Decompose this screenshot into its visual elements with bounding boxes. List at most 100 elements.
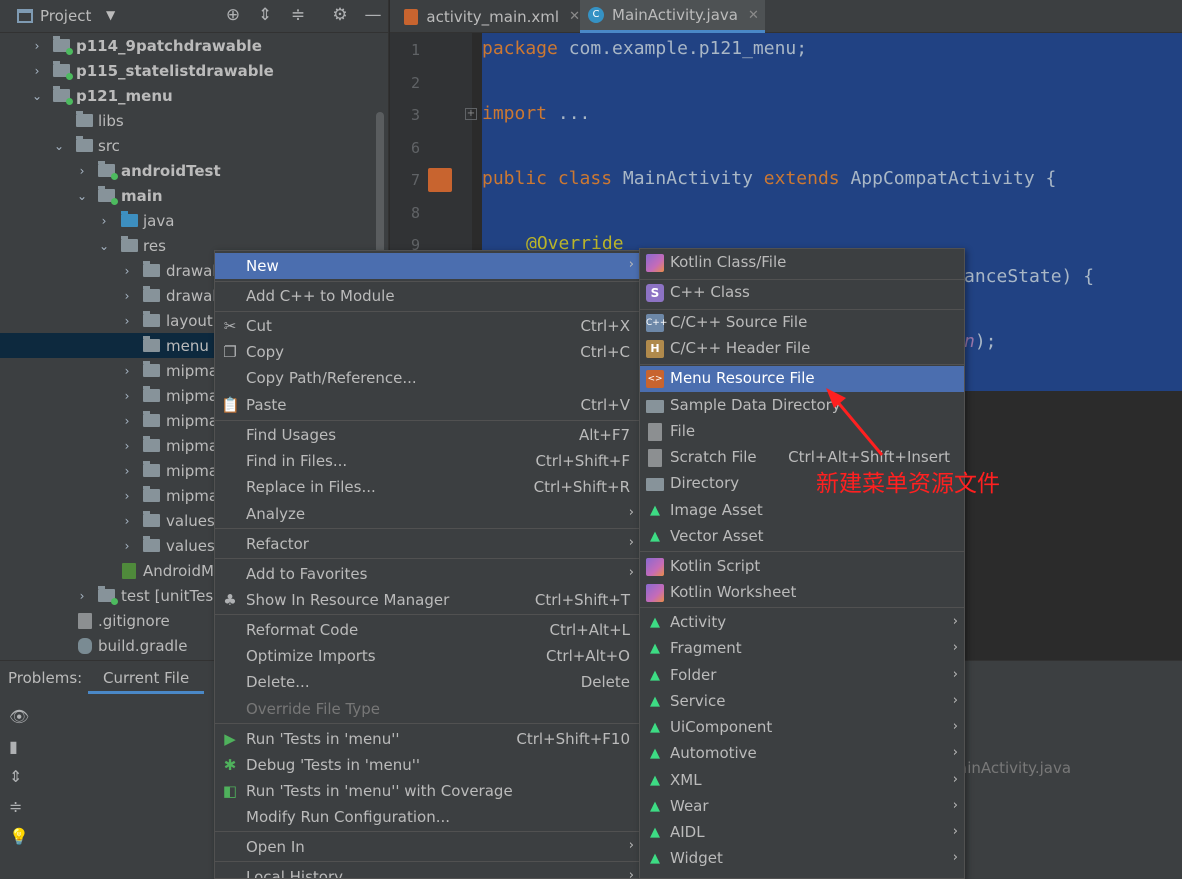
menu-item-optimize-imports[interactable]: Optimize Imports Ctrl+Alt+O [215,643,640,669]
chevron-right-icon[interactable]: › [121,389,133,403]
folder-icon [143,361,160,377]
submenu-item-uicomponent[interactable]: ▲ UiComponent › [640,715,964,741]
project-panel-title[interactable]: Project [40,7,91,25]
close-icon[interactable]: ✕ [748,8,759,23]
chevron-right-icon[interactable]: › [121,314,133,328]
menu-item-debug-tests[interactable]: ✱ Debug 'Tests in 'menu'' [215,752,640,778]
tab-label: MainActivity.java [612,6,738,24]
chevron-right-icon[interactable]: › [121,539,133,553]
tree-item-p115[interactable]: › p115_statelistdrawable [0,58,376,83]
submenu-item-aidl[interactable]: ▲ AIDL › [640,820,964,846]
chevron-down-icon[interactable]: ⌄ [76,189,88,203]
menu-item-run-tests[interactable]: ▶ Run 'Tests in 'menu'' Ctrl+Shift+F10 [215,726,640,752]
tree-item-main[interactable]: ⌄ main [0,183,376,208]
chevron-right-icon[interactable]: › [121,439,133,453]
submenu-item-activity[interactable]: ▲ Activity › [640,610,964,636]
tab-current-file[interactable]: Current File [88,661,205,694]
chevron-right-icon[interactable]: › [31,39,43,53]
menu-item-add-to-favorites[interactable]: Add to Favorites › [215,561,640,587]
submenu-item-cpp-class[interactable]: S C++ Class [640,280,964,306]
submenu-item-image-asset[interactable]: ▲ Image Asset [640,498,964,524]
menu-item-copy[interactable]: ❐ Copy Ctrl+C [215,339,640,365]
lightbulb-icon[interactable]: 💡 [9,827,29,846]
menu-item-refactor[interactable]: Refactor › [215,531,640,557]
submenu-item-vector-asset[interactable]: ▲ Vector Asset [640,524,964,550]
line-number: 6 [410,139,420,157]
chevron-right-icon[interactable]: › [98,214,110,228]
menu-item-show-in-resource-manager[interactable]: ♣ Show In Resource Manager Ctrl+Shift+T [215,587,640,613]
tree-item-java[interactable]: › java [0,208,376,233]
locate-icon[interactable]: ⊕ [222,5,244,25]
tree-item-p121[interactable]: ⌄ p121_menu [0,83,376,108]
eye-icon[interactable]: 👁 [9,707,29,726]
menu-item-copy-path[interactable]: Copy Path/Reference... [215,365,640,391]
collapse-icon[interactable]: ≑ [9,797,22,816]
submenu-item-kotlin-class[interactable]: Kotlin Class/File [640,250,964,276]
submenu-item-cpp-header[interactable]: H C/C++ Header File [640,336,964,362]
chevron-right-icon[interactable]: › [76,164,88,178]
menu-item-modify-run-config[interactable]: Modify Run Configuration... [215,804,640,830]
tree-item-libs[interactable]: libs [0,108,376,133]
submenu-item-menu-resource-file[interactable]: <> Menu Resource File [640,366,964,392]
menu-item-reformat-code[interactable]: Reformat Code Ctrl+Alt+L [215,617,640,643]
chevron-right-icon[interactable]: › [121,489,133,503]
submenu-item-label: Menu Resource File [670,369,815,387]
menu-item-cut[interactable]: ✂ Cut Ctrl+X [215,313,640,339]
submenu-item-fragment[interactable]: ▲ Fragment › [640,636,964,662]
chevron-right-icon[interactable]: › [121,289,133,303]
close-icon[interactable]: ✕ [569,9,580,24]
menu-item-label: Open In [246,838,305,856]
chevron-right-icon[interactable]: › [121,264,133,278]
submenu-item-widget[interactable]: ▲ Widget › [640,846,964,872]
submenu-item-kotlin-script[interactable]: Kotlin Script [640,554,964,580]
submenu-item-file[interactable]: File [640,419,964,445]
menu-item-open-in[interactable]: Open In › [215,834,640,860]
chevron-right-icon[interactable]: › [31,64,43,78]
menu-item-find-usages[interactable]: Find Usages Alt+F7 [215,422,640,448]
menu-item-analyze[interactable]: Analyze › [215,501,640,527]
tree-item-src[interactable]: ⌄ src [0,133,376,158]
tree-item-label: p121_menu [76,86,173,105]
menu-item-add-cpp[interactable]: Add C++ to Module [215,283,640,309]
project-tree-scrollbar[interactable] [376,112,384,272]
chevron-down-icon[interactable]: ⌄ [98,239,110,253]
submenu-item-sample-data-dir[interactable]: Sample Data Directory [640,393,964,419]
chevron-right-icon[interactable]: › [121,364,133,378]
menu-item-new[interactable]: New › [215,253,640,279]
menu-item-run-with-coverage[interactable]: ◧ Run 'Tests in 'menu'' with Coverage [215,778,640,804]
tab-mainactivity-java[interactable]: C MainActivity.java ✕ [580,0,765,33]
submenu-item-automotive[interactable]: ▲ Automotive › [640,741,964,767]
chevron-down-icon[interactable]: ▼ [106,8,115,22]
chevron-right-icon[interactable]: › [121,464,133,478]
submenu-item-cpp-source[interactable]: C++ C/C++ Source File [640,310,964,336]
chevron-right-icon: › [628,535,634,550]
submenu-item-service[interactable]: ▲ Service › [640,689,964,715]
menu-item-replace-in-files[interactable]: Replace in Files... Ctrl+Shift+R [215,474,640,500]
expand-all-icon[interactable]: ⇕ [254,5,276,25]
submenu-item-folder[interactable]: ▲ Folder › [640,663,964,689]
menu-item-label: Modify Run Configuration... [246,808,451,826]
menu-item-local-history[interactable]: Local History › [215,864,640,878]
chevron-right-icon[interactable]: › [121,414,133,428]
menu-item-find-in-files[interactable]: Find in Files... Ctrl+Shift+F [215,448,640,474]
menu-resource-gutter-icon[interactable] [428,168,452,192]
submenu-item-xml[interactable]: ▲ XML › [640,768,964,794]
menu-item-paste[interactable]: 📋 Paste Ctrl+V [215,392,640,418]
gear-icon[interactable]: ⚙ [329,5,351,25]
tree-item-androidtest[interactable]: › androidTest [0,158,376,183]
hide-icon[interactable]: — [362,5,384,25]
expand-icon[interactable]: ⇕ [9,767,22,786]
submenu-item-wear[interactable]: ▲ Wear › [640,794,964,820]
fold-expand-icon[interactable]: + [465,108,477,120]
tree-item-p114[interactable]: › p114_9patchdrawable [0,33,376,58]
chevron-right-icon: › [952,719,958,734]
collapse-all-icon[interactable]: ≑ [287,5,309,25]
chevron-right-icon[interactable]: › [76,589,88,603]
preview-icon[interactable]: ▮ [9,737,18,756]
submenu-item-kotlin-worksheet[interactable]: Kotlin Worksheet [640,580,964,606]
menu-item-delete[interactable]: Delete... Delete [215,669,640,695]
tab-activity-main-xml[interactable]: activity_main.xml ✕ [398,0,580,33]
chevron-down-icon[interactable]: ⌄ [31,89,43,103]
chevron-right-icon[interactable]: › [121,514,133,528]
chevron-down-icon[interactable]: ⌄ [53,139,65,153]
